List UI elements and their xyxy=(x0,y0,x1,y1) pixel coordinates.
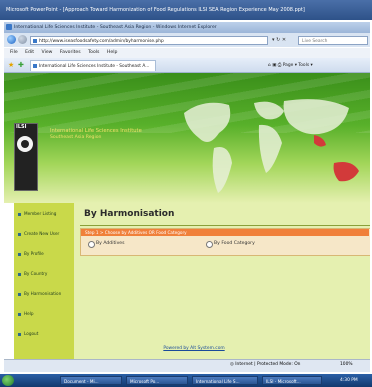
browser-title-bar: International Life Sciences Institute - … xyxy=(4,22,370,33)
bullet-icon xyxy=(18,232,21,236)
additives-radio[interactable] xyxy=(88,241,95,248)
menu-help[interactable]: Help xyxy=(107,50,117,55)
sidebar-item-create-user[interactable]: Create New User xyxy=(18,229,74,239)
sidebar-item-logout[interactable]: Logout xyxy=(18,329,74,339)
zoom-level[interactable]: 100% xyxy=(340,361,368,369)
step-header: Step 1 > Choose by Additives OR Food Cat… xyxy=(81,229,369,236)
page-title: By Harmonisation xyxy=(84,209,175,219)
print-icon[interactable]: ⎙ xyxy=(278,63,282,68)
tab-label: International Life Sciences Institute - … xyxy=(39,64,150,69)
page-icon xyxy=(33,39,37,43)
browser-tab[interactable]: International Life Sciences Institute - … xyxy=(30,60,156,71)
menu-bar: File Edit View Favorites Tools Help xyxy=(4,48,370,58)
tools-menu[interactable]: Page ▾ Tools ▾ xyxy=(283,63,313,68)
web-page: ILSI International Life Sciences Institu… xyxy=(4,73,370,359)
bullet-icon xyxy=(18,332,21,336)
footer-link[interactable]: Powered by Alt System.com xyxy=(134,346,254,354)
logo-emblem-center xyxy=(21,140,29,148)
menu-file[interactable]: File xyxy=(10,50,18,55)
sidebar-item-label: Member Listing xyxy=(24,211,57,216)
bullet-icon xyxy=(18,272,21,276)
sidebar-item-label: By Country xyxy=(24,271,48,276)
command-bar[interactable]: ⌂ ▣ ⎙ Page ▾ Tools ▾ xyxy=(268,61,370,70)
ilsi-logo xyxy=(14,123,38,191)
taskbar-item[interactable]: Microsoft Po... xyxy=(126,376,188,385)
back-button[interactable] xyxy=(7,35,16,44)
sidebar-item-by-profile[interactable]: By Profile xyxy=(18,249,74,259)
address-field[interactable]: http://www.iseasfoodsafety.com/admin/byh… xyxy=(30,36,268,45)
sidebar-item-label: Logout xyxy=(24,331,39,336)
bullet-icon xyxy=(18,312,21,316)
menu-favorites[interactable]: Favorites xyxy=(60,50,81,55)
option-by-additives[interactable]: By Additives xyxy=(88,240,176,248)
taskbar-item[interactable]: International Life S... xyxy=(192,376,258,385)
security-zone: ◎ Internet | Protected Mode: On xyxy=(230,361,320,369)
search-input[interactable]: Live Search xyxy=(298,36,368,45)
sidebar-item-label: By Profile xyxy=(24,251,44,256)
address-text: http://www.iseasfoodsafety.com/admin/byh… xyxy=(39,39,164,44)
world-map-graphic xyxy=(184,99,359,193)
search-placeholder: Live Search xyxy=(302,39,328,44)
powerpoint-title: Microsoft PowerPoint - [Approach Toward … xyxy=(6,7,305,13)
security-zone-text: Internet | Protected Mode: On xyxy=(235,362,301,367)
favorites-star-icon[interactable]: ★ xyxy=(8,61,16,69)
globe-icon: ◎ xyxy=(230,362,234,367)
region-name: Southeast Asia Region xyxy=(50,135,102,140)
sidebar: Member Listing Create New User By Profil… xyxy=(14,203,74,359)
sidebar-item-label: Create New User xyxy=(24,231,60,236)
sidebar-item-by-country[interactable]: By Country xyxy=(18,269,74,279)
tab-page-icon xyxy=(33,64,37,68)
bullet-icon xyxy=(18,212,21,216)
food-category-radio[interactable] xyxy=(206,241,213,248)
sidebar-item-label: Help xyxy=(24,311,34,316)
menu-edit[interactable]: Edit xyxy=(25,50,34,55)
sidebar-item-help[interactable]: Help xyxy=(18,309,74,319)
add-favorite-icon[interactable]: ✚ xyxy=(18,61,26,69)
menu-view[interactable]: View xyxy=(42,50,53,55)
sidebar-item-by-harmonisation[interactable]: By Harmonisation xyxy=(18,289,74,299)
main-content xyxy=(74,203,370,359)
refresh-stop-icon[interactable]: ▾ ↻ ✕ xyxy=(272,36,294,45)
taskbar-item[interactable]: Document - Mi... xyxy=(60,376,122,385)
browser-title: International Life Sciences Institute - … xyxy=(14,25,217,30)
feeds-icon[interactable]: ▣ xyxy=(272,63,276,68)
system-clock: 4:30 PM xyxy=(340,378,358,383)
taskbar-item[interactable]: ILSI - Microsoft... xyxy=(262,376,322,385)
option-by-food-category[interactable]: By Food Category xyxy=(206,240,304,248)
menu-tools[interactable]: Tools xyxy=(88,50,99,55)
sidebar-item-label: By Harmonisation xyxy=(24,291,62,296)
option-by-additives-label: By Additives xyxy=(96,241,125,246)
bullet-icon xyxy=(18,252,21,256)
bullet-icon xyxy=(18,292,21,296)
title-divider xyxy=(80,225,370,226)
home-icon[interactable]: ⌂ xyxy=(268,63,271,68)
logo-text: ILSI xyxy=(16,124,27,130)
powerpoint-title-bar: Microsoft PowerPoint - [Approach Toward … xyxy=(0,0,372,20)
option-by-food-category-label: By Food Category xyxy=(214,241,255,246)
start-button[interactable] xyxy=(2,375,14,386)
sidebar-item-member-listing[interactable]: Member Listing xyxy=(18,209,74,219)
browser-icon xyxy=(6,24,12,30)
forward-button[interactable] xyxy=(18,35,27,44)
